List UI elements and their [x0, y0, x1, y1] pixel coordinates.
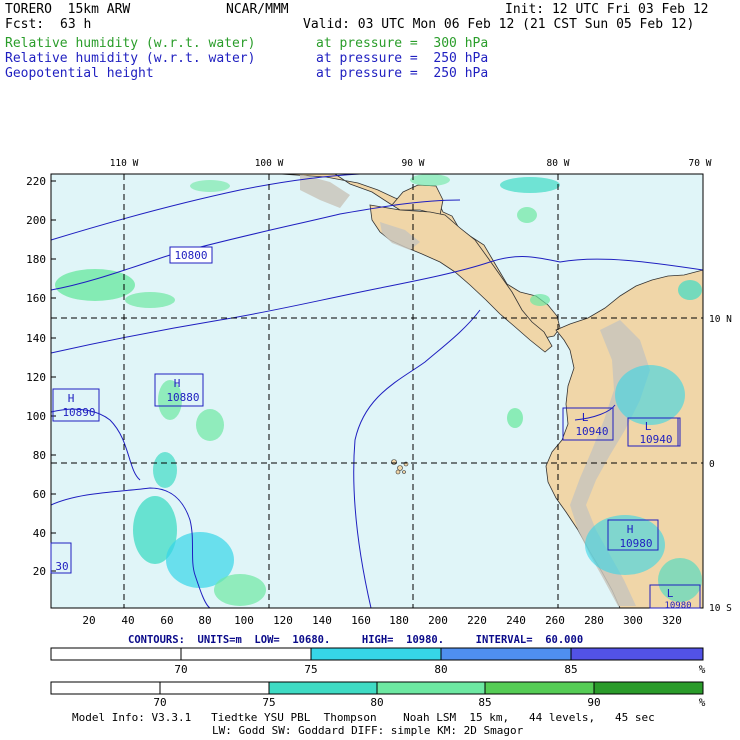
longitude-label: 80 W [547, 158, 570, 169]
y-tick-label: 160 [26, 292, 46, 305]
edge-label: 30 [55, 560, 68, 573]
colorbar-300hpa [50, 681, 704, 695]
longitude-label: 70 W [689, 158, 712, 169]
colorbar-250hpa [50, 647, 704, 661]
colorbar-swatch [159, 681, 270, 695]
x-tick-label: 220 [467, 614, 487, 627]
high-low-type: L [645, 420, 652, 433]
x-tick-label: 100 [234, 614, 254, 627]
colorbar-swatch [593, 681, 704, 695]
colorbar-swatch [376, 681, 486, 695]
x-tick-label: 160 [351, 614, 371, 627]
high-low-type: H [627, 523, 634, 536]
latitude-label: 10 S [709, 603, 732, 614]
colorbar-swatch [570, 647, 704, 661]
contours-info: CONTOURS: UNITS=m LOW= 10680. HIGH= 1098… [128, 634, 584, 646]
colorbar-label: 90 [587, 696, 600, 709]
y-tick-label: 200 [26, 214, 46, 227]
x-tick-label: 300 [623, 614, 643, 627]
colorbar-swatch [310, 647, 442, 661]
y-tick-label: 140 [26, 332, 46, 345]
colorbar-swatch [484, 681, 595, 695]
x-tick-label: 60 [160, 614, 173, 627]
x-tick-label: 20 [82, 614, 95, 627]
longitude-label: 90 W [402, 158, 425, 169]
colorbar-swatch [50, 647, 182, 661]
model-info: Model Info: V3.3.1 Tiedtke YSU PBL Thomp… [72, 711, 655, 724]
high-low-value: 10980 [664, 601, 691, 611]
high-low-value: 10890 [62, 406, 95, 419]
x-tick-label: 200 [428, 614, 448, 627]
colorbar-label: % [699, 663, 706, 676]
x-tick-label: 320 [662, 614, 682, 627]
colorbar-swatch [50, 681, 161, 695]
y-tick-label: 120 [26, 371, 46, 384]
y-tick-label: 80 [33, 449, 46, 462]
x-tick-label: 40 [121, 614, 134, 627]
x-tick-label: 280 [584, 614, 604, 627]
colorbar-label: 85 [564, 663, 577, 676]
y-tick-label: 220 [26, 175, 46, 188]
y-tick-label: 180 [26, 253, 46, 266]
longitude-label: 110 W [110, 158, 139, 169]
colorbar-swatch [180, 647, 312, 661]
high-low-value: 10980 [619, 537, 652, 550]
high-low-type: H [68, 392, 75, 405]
y-tick-label: 20 [33, 565, 46, 578]
colorbar-label: 80 [370, 696, 383, 709]
colorbar-label: 80 [434, 663, 447, 676]
high-low-value: 10880 [166, 391, 199, 404]
colorbar-label: 75 [304, 663, 317, 676]
x-tick-label: 120 [273, 614, 293, 627]
high-low-value: 10940 [639, 433, 672, 446]
y-tick-label: 60 [33, 488, 46, 501]
colorbar-label: 75 [262, 696, 275, 709]
colorbar-swatch [440, 647, 572, 661]
contour-label: 10800 [174, 249, 207, 262]
high-low-type: L [582, 411, 589, 424]
x-tick-label: 180 [389, 614, 409, 627]
high-low-value: 10940 [575, 425, 608, 438]
latitude-label: 0 [709, 459, 715, 470]
weather-map: 220 200 180 160 140 120 100 80 60 40 20 … [26, 158, 732, 709]
colorbar-label: 70 [174, 663, 187, 676]
high-low-type: H [174, 377, 181, 390]
latitude-label: 10 N [709, 314, 732, 325]
colorbar-label: % [699, 696, 706, 709]
x-tick-label: 260 [545, 614, 565, 627]
x-tick-label: 240 [506, 614, 526, 627]
colorbar-label: 85 [478, 696, 491, 709]
y-tick-label: 40 [33, 527, 46, 540]
colorbar-label: 70 [153, 696, 166, 709]
physics-info: LW: Godd SW: Goddard DIFF: simple KM: 2D… [212, 724, 524, 737]
longitude-label: 100 W [255, 158, 284, 169]
high-low-type: L [667, 587, 674, 600]
colorbar-swatch [268, 681, 378, 695]
x-tick-label: 80 [198, 614, 211, 627]
x-tick-label: 140 [312, 614, 332, 627]
y-tick-label: 100 [26, 410, 46, 423]
